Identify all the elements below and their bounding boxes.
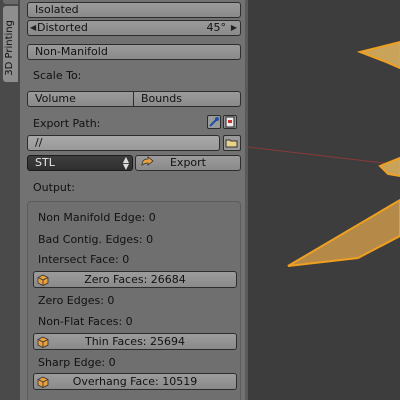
tab-3d-printing[interactable]: 3D Printing	[3, 6, 18, 82]
zero-faces-label: Zero Faces: 26684	[84, 273, 186, 286]
volume-button[interactable]: Volume	[27, 91, 134, 107]
mesh-fragment	[378, 156, 400, 178]
tab-label: 3D Printing	[4, 20, 15, 76]
eyedropper-icon[interactable]	[207, 115, 221, 129]
sharp-edge-result: Sharp Edge: 0	[38, 356, 116, 369]
button-label: Export	[169, 156, 206, 169]
format-select[interactable]: STL ▲ ▼	[27, 155, 133, 171]
increment-arrow-icon[interactable]: ▶	[231, 21, 237, 35]
export-icon	[139, 156, 155, 174]
button-label: Non-Manifold	[35, 45, 108, 58]
overhang-face-button[interactable]: Overhang Face: 10519	[33, 373, 237, 390]
blender-file-icon[interactable]	[223, 115, 237, 129]
bounds-button[interactable]: Bounds	[134, 91, 241, 107]
mesh-fragment	[287, 198, 400, 267]
thin-faces-button[interactable]: Thin Faces: 25694	[33, 333, 237, 350]
folder-icon[interactable]	[223, 135, 241, 151]
intersect-face-result: Intersect Face: 0	[38, 253, 130, 266]
export-path-value: //	[35, 136, 43, 149]
export-button[interactable]: Export	[135, 155, 241, 171]
overhang-face-label: Overhang Face: 10519	[72, 375, 198, 388]
button-label: Volume	[35, 92, 76, 105]
thin-faces-label: Thin Faces: 25694	[84, 335, 185, 348]
tool-shelf-tabs: G 3D Printing	[0, 0, 20, 400]
non-flat-faces-result: Non-Flat Faces: 0	[38, 315, 133, 328]
axis-line-x	[248, 146, 400, 166]
export-path-label: Export Path:	[33, 117, 101, 130]
mesh-preview	[248, 40, 400, 267]
tab-other[interactable]: G	[3, 0, 18, 4]
scale-to-label: Scale To:	[33, 69, 82, 82]
bad-contig-edges-result: Bad Contig. Edges: 0	[38, 233, 154, 246]
mesh-fragment	[356, 40, 400, 70]
3d-viewport[interactable]	[248, 0, 400, 400]
button-label: Isolated	[35, 3, 79, 16]
zero-faces-button[interactable]: Zero Faces: 26684	[33, 271, 237, 288]
distorted-angle-field[interactable]: ◀ Distorted 45° ▶	[27, 20, 241, 36]
select-arrows-icon: ▲ ▼	[122, 155, 129, 171]
format-value: STL	[35, 156, 55, 169]
non-manifold-edge-result: Non Manifold Edge: 0	[38, 211, 156, 224]
button-label: Bounds	[141, 92, 182, 105]
output-label: Output:	[33, 181, 75, 194]
zero-edges-result: Zero Edges: 0	[38, 294, 115, 307]
field-label: Distorted	[37, 21, 88, 34]
export-path-input[interactable]: //	[27, 135, 220, 151]
isolated-button[interactable]: Isolated	[27, 2, 241, 18]
non-manifold-button[interactable]: Non-Manifold	[27, 44, 241, 60]
distorted-angle-value: 45°	[206, 21, 227, 34]
decrement-arrow-icon[interactable]: ◀	[30, 21, 36, 35]
panel-scrollbar[interactable]	[245, 0, 248, 400]
